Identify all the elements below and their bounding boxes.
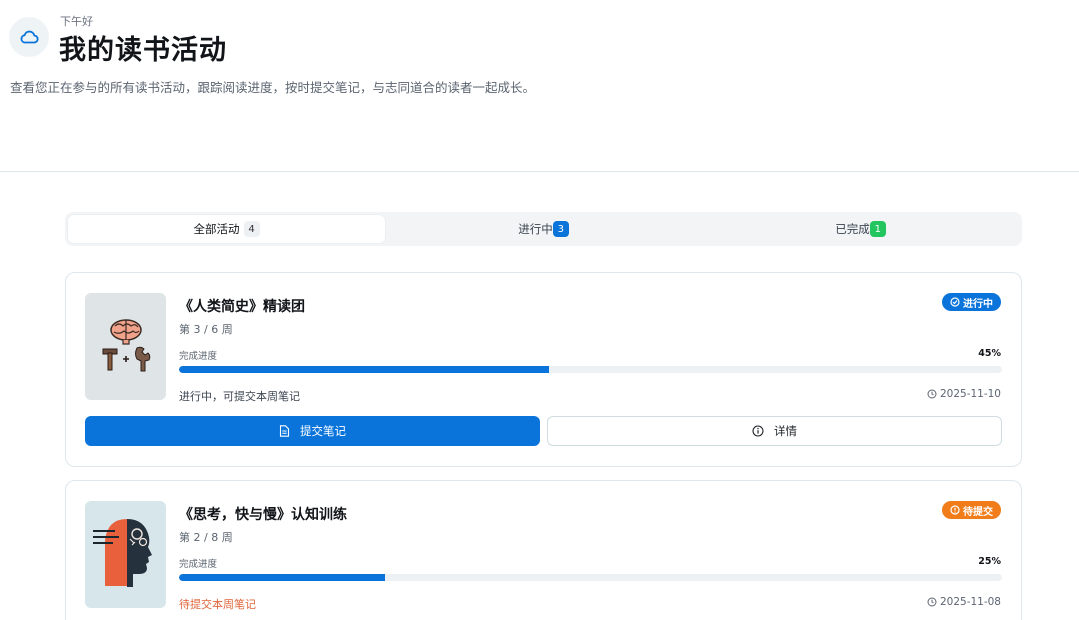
clock-icon: [927, 597, 937, 607]
status-text: 进行中，可提交本周笔记: [179, 390, 300, 403]
progress-fill: [179, 366, 550, 373]
due-date: 2025-11-08: [927, 596, 1001, 608]
head-profile-icon: [93, 519, 152, 587]
progress-label: 完成进度: [179, 559, 218, 570]
submit-notes-label: 提交笔记: [300, 424, 346, 438]
activity-card[interactable]: 《思考，快与慢》认知训练 第 2 / 8 周 待提交 完成进度 25% 待提交本…: [65, 480, 1022, 620]
tab-all-label: 全部活动: [193, 222, 240, 236]
info-icon: [752, 425, 764, 437]
tab-all-count: 4: [243, 221, 260, 237]
alert-circle-icon: [950, 505, 960, 515]
tab-completed-count: 1: [869, 221, 886, 237]
status-badge-label: 待提交: [963, 506, 993, 518]
due-date-text: 2025-11-08: [939, 596, 1001, 608]
activity-card[interactable]: 《人类简史》精读团 第 3 / 6 周 进行中 完成进度 45% 进行中，可提交…: [65, 272, 1022, 467]
tab-completed[interactable]: 已完成 1: [702, 215, 1019, 243]
page-subtitle: 查看您正在参与的所有读书活动，跟踪阅读进度，按时提交笔记，与志同道合的读者一起成…: [10, 80, 536, 95]
page-header: 下午好 我的读书活动 查看您正在参与的所有读书活动，跟踪阅读进度，按时提交笔记，…: [0, 0, 1079, 172]
page-title: 我的读书活动: [59, 35, 227, 66]
tab-completed-label: 已完成: [835, 222, 870, 236]
document-icon: [279, 425, 290, 437]
week-progress: 第 2 / 8 周: [179, 531, 233, 544]
greeting-text: 下午好: [60, 15, 93, 28]
details-button[interactable]: 详情: [547, 416, 1002, 446]
progress-bar: [179, 366, 1002, 373]
status-text: 待提交本周笔记: [179, 598, 256, 611]
tab-in-progress[interactable]: 进行中 3: [385, 215, 702, 243]
details-label: 详情: [774, 424, 797, 438]
status-badge: 待提交: [942, 501, 1001, 519]
tab-in-progress-count: 3: [552, 221, 569, 237]
progress-percent: 25%: [978, 556, 1001, 567]
progress-percent: 45%: [978, 348, 1001, 359]
tab-in-progress-label: 进行中: [518, 222, 553, 236]
due-date: 2025-11-10: [927, 388, 1001, 400]
book-title[interactable]: 《思考，快与慢》认知训练: [179, 504, 347, 524]
status-badge-label: 进行中: [963, 298, 993, 310]
clock-icon: [927, 389, 937, 399]
book-cover: [85, 501, 166, 608]
filter-tabs: 全部活动 4 进行中 3 已完成 1: [65, 212, 1022, 246]
cloud-icon: [9, 17, 49, 57]
book-title[interactable]: 《人类简史》精读团: [179, 296, 305, 316]
submit-notes-button[interactable]: 提交笔记: [85, 416, 540, 446]
brain-tools-icon: [102, 319, 151, 372]
status-badge: 进行中: [942, 293, 1001, 311]
week-progress: 第 3 / 6 周: [179, 323, 233, 336]
tab-all[interactable]: 全部活动 4: [68, 215, 385, 243]
progress-fill: [179, 574, 385, 581]
progress-label: 完成进度: [179, 351, 218, 362]
progress-bar: [179, 574, 1002, 581]
due-date-text: 2025-11-10: [939, 388, 1001, 400]
book-cover: [85, 293, 166, 400]
check-circle-icon: [950, 297, 960, 307]
